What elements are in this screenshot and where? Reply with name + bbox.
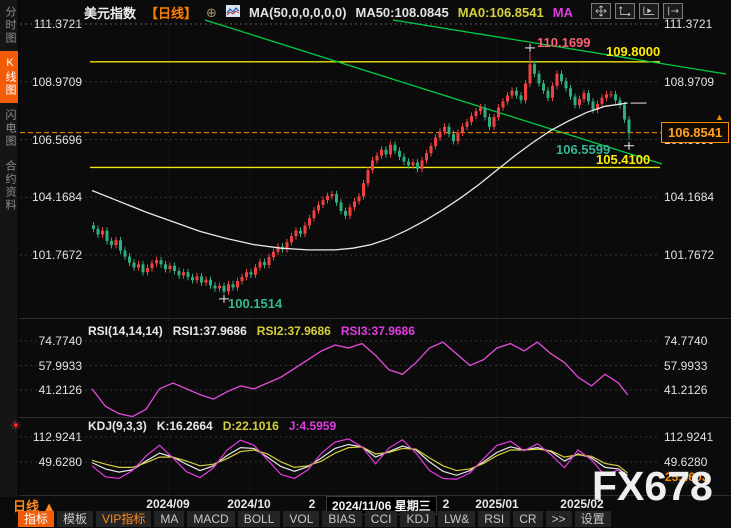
cross-markers (219, 44, 634, 303)
rsi-title: RSI(14,14,14) (88, 324, 163, 338)
last-price-tag: 106.8541 (661, 122, 729, 143)
toolbar-item-LW&[interactable]: LW& (438, 511, 475, 527)
kdj-title: KDJ(9,3,3) (88, 419, 147, 433)
toolbar-item-RSI[interactable]: RSI (478, 511, 510, 527)
axis-label: 57.9933 (664, 359, 730, 373)
axis-label: 41.2126 (18, 383, 82, 397)
toolbar-item->>[interactable]: >> (546, 511, 572, 527)
axis-label: 74.7740 (664, 334, 730, 348)
axis-label: 74.7740 (18, 334, 82, 348)
ma-label: MA (553, 5, 573, 20)
axis-label: 57.9933 (18, 359, 82, 373)
toolbar-item-设置[interactable]: 设置 (575, 511, 611, 527)
axis-label: 112.9241 (18, 430, 82, 444)
toolbar-item-CR[interactable]: CR (513, 511, 542, 527)
axis-play-icon[interactable] (639, 3, 659, 19)
support-level-label: 105.4100 (596, 152, 650, 167)
rsi-legend: RSI(14,14,14) RSI1:37.9686 RSI2:37.9686 … (88, 324, 415, 338)
axis-label: 106.5696 (18, 133, 82, 147)
ma50-line (92, 103, 628, 250)
kdj-k-value: K:16.2664 (157, 419, 213, 433)
toolbar-item-VOL[interactable]: VOL (283, 511, 319, 527)
toolbar-item-BIAS[interactable]: BIAS (322, 511, 361, 527)
candles (92, 53, 631, 295)
axis-label: 41.2126 (664, 383, 730, 397)
toolbar-item-MACD[interactable]: MACD (187, 511, 234, 527)
ma50-value: MA50:108.0845 (355, 5, 448, 20)
date-label: 2025/01 (475, 497, 518, 511)
axis-label: 49.6280 (18, 455, 82, 469)
bottom-low-label: 100.1514 (228, 296, 282, 311)
axis-label: 112.9241 (664, 430, 730, 444)
resistance-level-label: 109.8000 (606, 44, 660, 59)
period-label: 【日线】 (145, 3, 197, 22)
date-label: 2 (309, 497, 316, 511)
toolbar-item-模板[interactable]: 模板 (57, 511, 93, 527)
rsi1-value: RSI1:37.9686 (173, 324, 247, 338)
toolbar-item-VIP指标[interactable]: VIP指标 (96, 511, 151, 527)
chart-legend: 美元指数 【日线】 ⊕ MA(50,0,0,0,0,0) MA50:108.08… (84, 3, 573, 22)
axis-label: 101.7672 (664, 248, 730, 262)
trading-app-window: 分时图K线图闪电图合约资料 美元指数 【日线】 ⊕ MA(50,0,0,0,0,… (0, 0, 731, 528)
kdj-lines (92, 439, 628, 480)
mini-chart-icon (226, 5, 240, 20)
toolbar-item-CCI[interactable]: CCI (365, 511, 398, 527)
date-label: 2024/09 (146, 497, 189, 511)
toolbar-item-MA[interactable]: MA (154, 511, 184, 527)
sidebar-tab-K线图[interactable]: K线图 (0, 51, 18, 103)
hot-indicator-icon: ☀ (10, 418, 22, 434)
axis-label: 101.7672 (18, 248, 82, 262)
price-up-arrow-icon: ▲ (715, 112, 724, 122)
indicator-toolbar: 指标模板VIP指标MAMACDBOLLVOLBIASCCIKDJLW&RSICR… (18, 511, 611, 527)
chart-canvas[interactable] (0, 0, 731, 528)
axis-label: 104.1684 (18, 190, 82, 204)
date-label: 2 (443, 497, 450, 511)
ma0-value: MA0:106.8541 (458, 5, 544, 20)
ma-params: MA(50,0,0,0,0,0) (249, 5, 347, 20)
toolbar-item-指标[interactable]: 指标 (18, 511, 54, 527)
pan-icon[interactable] (591, 3, 611, 19)
sidebar-tab-合约资料[interactable]: 合约资料 (0, 154, 18, 218)
toolbar-item-BOLL[interactable]: BOLL (238, 511, 281, 527)
kdj-legend: KDJ(9,3,3) K:16.2664 D:22.1016 J:4.5959 (88, 419, 336, 433)
peak-price-label: 110.1699 (537, 35, 591, 50)
axis-label: 111.3721 (18, 17, 82, 31)
rsi2-value: RSI2:37.9686 (257, 324, 331, 338)
axis-label: 108.9709 (18, 75, 82, 89)
add-indicator-icon[interactable]: ⊕ (206, 5, 217, 21)
kdj-j-value: J:4.5959 (289, 419, 336, 433)
axis-label: 108.9709 (664, 75, 730, 89)
toolbar-item-KDJ[interactable]: KDJ (400, 511, 435, 527)
axis-label: 111.3721 (664, 17, 730, 31)
rsi-lines (92, 342, 628, 416)
watermark-logo: FX678 (592, 463, 713, 510)
symbol-name: 美元指数 (84, 3, 136, 22)
axis-label: 104.1684 (664, 190, 730, 204)
trendlines (205, 20, 726, 164)
sidebar-tab-闪电图[interactable]: 闪电图 (0, 103, 18, 154)
sidebar-tab-分时图[interactable]: 分时图 (0, 0, 18, 51)
date-label: 2024/10 (227, 497, 270, 511)
rsi3-value: RSI3:37.9686 (341, 324, 415, 338)
axis-scale-icon[interactable] (615, 3, 635, 19)
kdj-d-value: D:22.1016 (223, 419, 279, 433)
